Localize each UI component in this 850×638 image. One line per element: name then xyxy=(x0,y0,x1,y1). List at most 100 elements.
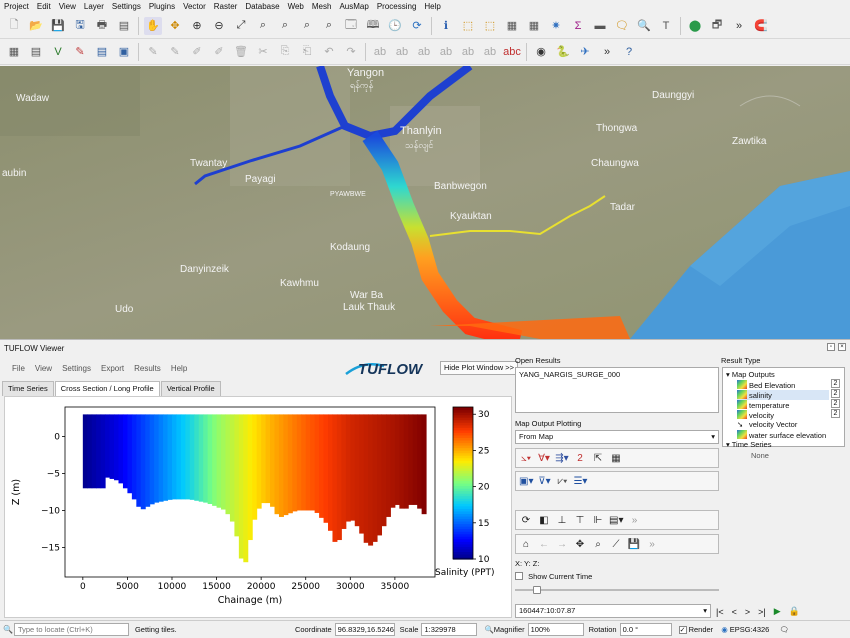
close-panel-icon[interactable]: × xyxy=(838,343,846,351)
menu-vector[interactable]: Vector xyxy=(183,2,206,11)
field-calculator-icon[interactable]: ▦ xyxy=(525,17,543,35)
data-source-manager-icon[interactable]: ▦ xyxy=(5,43,23,61)
refresh-icon[interactable]: ⟳ xyxy=(408,17,426,35)
temporal-controller-icon[interactable]: 🕒 xyxy=(386,17,404,35)
locate-input[interactable]: Type to locate (Ctrl+K) xyxy=(13,623,129,636)
map-tips-icon[interactable]: 🗨 xyxy=(613,17,631,35)
new-map-view-icon[interactable]: 🗔 xyxy=(342,17,360,35)
add-raster-icon[interactable]: ▤ xyxy=(93,43,111,61)
crs-label[interactable]: EPSG:4326 xyxy=(730,625,770,634)
label-tool-icon[interactable]: ab xyxy=(371,43,389,61)
settings-gear-icon[interactable]: ✷ xyxy=(547,17,565,35)
measure-icon[interactable]: ▬ xyxy=(591,17,609,35)
new-project-icon[interactable]: 🗋 xyxy=(5,17,23,35)
time-selector[interactable]: 160447:10:07.87 ▾ xyxy=(515,604,711,618)
menu-processing[interactable]: Processing xyxy=(377,2,417,11)
menu-database[interactable]: Database xyxy=(245,2,279,11)
undo-icon[interactable]: ↶ xyxy=(320,43,338,61)
zoom-full-icon[interactable]: ⤢ xyxy=(232,17,250,35)
tab-time-series[interactable]: Time Series xyxy=(2,381,54,396)
viewer-menu-settings[interactable]: Settings xyxy=(62,364,91,373)
curtain-icon[interactable]: ⇶▾ xyxy=(555,451,569,465)
back-icon[interactable]: ← xyxy=(537,537,551,551)
grid-icon[interactable]: ▦ xyxy=(609,451,623,465)
save-as-icon[interactable]: 🖫 xyxy=(71,17,89,35)
axis-x-icon[interactable]: ⊤ xyxy=(573,513,587,527)
time-series-2-icon[interactable]: 2 xyxy=(573,451,587,465)
forward-icon[interactable]: → xyxy=(555,537,569,551)
menu-view[interactable]: View xyxy=(59,2,76,11)
result-salinity[interactable]: salinity xyxy=(737,390,829,400)
label-change-icon[interactable]: ab xyxy=(481,43,499,61)
globe-icon[interactable]: ◉ xyxy=(532,43,550,61)
axis-limits-icon[interactable]: ⊩ xyxy=(591,513,605,527)
coordinate-field[interactable]: 96.8329,16.5246 xyxy=(334,623,395,636)
paste-features-icon[interactable]: ⎗ xyxy=(298,43,316,61)
add-vector-icon[interactable]: V xyxy=(49,43,67,61)
viewer-menu-help[interactable]: Help xyxy=(171,364,187,373)
result-bed-elevation[interactable]: Bed Elevation xyxy=(737,380,795,390)
last-step-icon[interactable]: >| xyxy=(758,607,766,617)
cut-features-icon[interactable]: ✂ xyxy=(254,43,272,61)
save-edits-icon[interactable]: ✎ xyxy=(166,43,184,61)
delete-selected-icon[interactable]: 🗑 xyxy=(232,43,250,61)
flux-line-icon[interactable]: ∀▾ xyxy=(537,451,551,465)
legend-icon[interactable]: ☰▾ xyxy=(573,474,587,488)
secondary-axis-icon[interactable]: 2 xyxy=(831,389,840,398)
layout-manager-icon[interactable]: ▤ xyxy=(115,17,133,35)
open-project-icon[interactable]: 📂 xyxy=(27,17,45,35)
python-icon[interactable]: 🐍 xyxy=(554,43,572,61)
viewer-menu-results[interactable]: Results xyxy=(134,364,161,373)
add-mesh-icon[interactable]: ▣ xyxy=(115,43,133,61)
zoom-out-icon[interactable]: ⊖ xyxy=(210,17,228,35)
magnifier-field[interactable]: 100% xyxy=(527,623,584,636)
magnet-icon[interactable]: 🧲 xyxy=(752,17,770,35)
expand-icon[interactable]: » xyxy=(627,513,641,527)
render-checkbox[interactable]: ✓ xyxy=(678,625,687,634)
open-results-list[interactable]: YANG_NARGIS_SURGE_000 xyxy=(515,367,719,413)
copy-features-icon[interactable]: ⎘ xyxy=(276,43,294,61)
menu-plugins[interactable]: Plugins xyxy=(149,2,175,11)
secondary-axis-icon[interactable]: 2 xyxy=(831,399,840,408)
label-move-icon[interactable]: ab xyxy=(437,43,455,61)
menu-layer[interactable]: Layer xyxy=(84,2,104,11)
save-project-icon[interactable]: 💾 xyxy=(49,17,67,35)
label-rotate-icon[interactable]: ab xyxy=(459,43,477,61)
zoom-layer-icon[interactable]: ⌕ xyxy=(276,17,294,35)
open-result-item[interactable]: YANG_NARGIS_SURGE_000 xyxy=(519,370,715,379)
show-current-time-checkbox[interactable] xyxy=(515,572,523,580)
label-pin-icon[interactable]: ab xyxy=(393,43,411,61)
play-icon[interactable]: ▶ xyxy=(774,606,781,617)
mesh-filter-icon[interactable]: ⊽▾ xyxy=(537,474,551,488)
map-canvas[interactable]: Yangon ရန်ကုန် Thanlyin သန်လျင် Daunggyi… xyxy=(0,66,850,339)
search-dropdown-icon[interactable]: 🔍 xyxy=(635,17,653,35)
menu-ausmap[interactable]: AusMap xyxy=(339,2,368,11)
plugin-window-icon[interactable]: 🗗 xyxy=(708,17,726,35)
redo-icon[interactable]: ↷ xyxy=(342,43,360,61)
zoom-last-icon[interactable]: ⌕ xyxy=(320,17,338,35)
scale-field[interactable]: 1:329978 xyxy=(421,623,478,636)
time-slider[interactable] xyxy=(515,586,719,594)
toggle-editing-icon[interactable]: ✎ xyxy=(144,43,162,61)
home-icon[interactable]: ⌂ xyxy=(519,537,533,551)
tree-time-series[interactable]: ▾ Time Series xyxy=(726,440,771,449)
select-feature-icon[interactable]: ⬚ xyxy=(459,17,477,35)
label-show-icon[interactable]: abc xyxy=(503,43,521,61)
menu-web[interactable]: Web xyxy=(288,2,304,11)
expand-2-icon[interactable]: » xyxy=(645,537,659,551)
tuflow-plugin-icon[interactable]: ✈ xyxy=(576,43,594,61)
messages-icon[interactable]: 🗨 xyxy=(779,625,789,634)
statistics-sum-icon[interactable]: Σ xyxy=(569,17,587,35)
menu-help[interactable]: Help xyxy=(424,2,440,11)
print-layout-icon[interactable]: 🖶 xyxy=(93,17,111,35)
tab-cross-section[interactable]: Cross Section / Long Profile xyxy=(54,381,160,396)
label-highlight-icon[interactable]: ab xyxy=(415,43,433,61)
plot-area[interactable]: 0 5000 10000 15000 20000 25000 30000 35000 0 −5 −1… xyxy=(4,396,512,618)
vertex-tool-icon[interactable]: ✐ xyxy=(210,43,228,61)
first-step-icon[interactable]: |< xyxy=(716,607,724,617)
float-panel-icon[interactable]: ▫ xyxy=(827,343,835,351)
menu-settings[interactable]: Settings xyxy=(112,2,141,11)
deselect-icon[interactable]: ⬚ xyxy=(481,17,499,35)
result-velocity[interactable]: velocity xyxy=(737,410,774,420)
cross-section-line-icon[interactable]: ⦣▾ xyxy=(519,451,533,465)
